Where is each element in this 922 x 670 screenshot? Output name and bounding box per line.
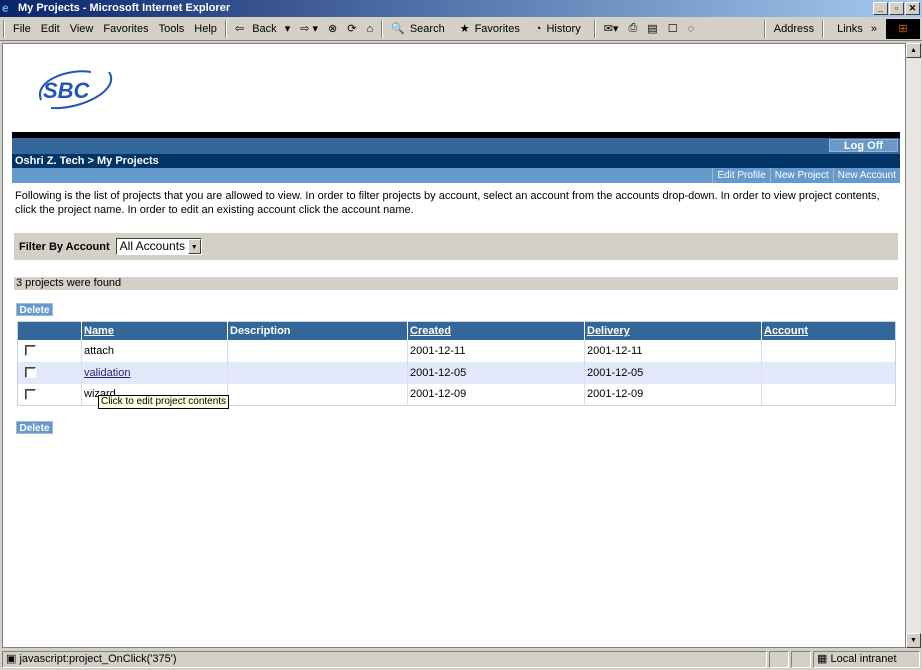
project-delivery: 2001-12-05 xyxy=(584,361,762,384)
row-checkbox[interactable] xyxy=(25,388,36,400)
messenger-icon[interactable]: ◌ xyxy=(683,23,700,35)
minimize-button[interactable]: _ xyxy=(873,2,888,15)
status-text-pane: ▣ javascript:project_OnClick('375') xyxy=(2,650,767,668)
favorites-label: Favorites xyxy=(474,23,520,35)
col-name[interactable]: Name xyxy=(81,321,228,340)
menu-file[interactable]: File xyxy=(8,23,36,35)
log-off-button[interactable]: Log Off xyxy=(829,139,898,152)
back-button[interactable]: ⇦ Back ▾ xyxy=(230,22,295,35)
project-account[interactable] xyxy=(761,361,896,384)
intranet-icon: ▦ xyxy=(817,652,831,665)
tooltip: Click to edit project contents xyxy=(98,395,230,409)
delete-button-top[interactable]: Delete xyxy=(16,303,53,316)
table-row: validation 2001-12-05 2001-12-05 xyxy=(17,361,896,384)
project-name[interactable]: validation xyxy=(84,367,130,379)
menu-edit[interactable]: Edit xyxy=(36,23,65,35)
window-title: My Projects - Microsoft Internet Explore… xyxy=(18,2,231,14)
close-button[interactable]: ✕ xyxy=(905,2,920,15)
mail-icon[interactable]: ✉▾ xyxy=(599,22,624,35)
col-delivery[interactable]: Delivery xyxy=(584,321,762,340)
title-bar: e My Projects - Microsoft Internet Explor… xyxy=(0,0,922,17)
address-label[interactable]: Address xyxy=(769,23,819,35)
header-links: Edit Profile New Project New Account xyxy=(12,168,900,183)
search-label: Search xyxy=(409,23,445,35)
project-created: 2001-12-11 xyxy=(407,339,585,362)
breadcrumb: Oshri Z. Tech > My Projects xyxy=(12,154,900,168)
edit-profile-link[interactable]: Edit Profile xyxy=(712,168,769,183)
discuss-icon[interactable]: ☐ xyxy=(663,22,683,35)
row-checkbox[interactable] xyxy=(25,367,36,378)
page-content: SBC Log Off Oshri Z. Tech > My Projects … xyxy=(2,43,906,648)
project-description xyxy=(227,383,408,406)
menu-favorites[interactable]: Favorites xyxy=(98,23,153,35)
project-account[interactable] xyxy=(761,339,896,362)
maximize-button[interactable]: ▫ xyxy=(889,2,904,15)
ie-icon: e xyxy=(2,1,9,15)
project-description xyxy=(227,361,408,384)
project-delivery: 2001-12-09 xyxy=(584,383,762,406)
links-text: Links xyxy=(837,22,863,35)
menu-tools[interactable]: Tools xyxy=(154,23,190,35)
search-button[interactable]: 🔍 Search xyxy=(386,22,455,35)
toolbar: File Edit View Favorites Tools Help ⇦ Ba… xyxy=(0,17,922,41)
chevron-down-icon[interactable]: ▼ xyxy=(187,239,201,254)
account-filter-select[interactable]: All Accounts ▼ xyxy=(115,238,202,255)
forward-button[interactable]: ⇨ ▾ xyxy=(295,22,323,35)
stop-icon[interactable]: ⊗ xyxy=(323,22,342,35)
new-account-link[interactable]: New Account xyxy=(832,168,900,183)
status-bar: ▣ javascript:project_OnClick('375') ▦ Lo… xyxy=(0,648,922,670)
col-description: Description xyxy=(227,321,408,340)
scroll-up-icon[interactable]: ▲ xyxy=(906,43,921,58)
sbc-logo: SBC xyxy=(38,70,113,110)
refresh-icon[interactable]: ⟳ xyxy=(342,22,361,35)
project-created: 2001-12-09 xyxy=(407,383,585,406)
scroll-down-icon[interactable]: ▼ xyxy=(906,633,921,648)
project-account[interactable] xyxy=(761,383,896,406)
home-icon[interactable]: ⌂ xyxy=(361,23,378,35)
print-icon[interactable]: ⎙ xyxy=(623,22,642,35)
zone-pane: ▦ Local intranet xyxy=(813,650,920,668)
menu-view[interactable]: View xyxy=(65,23,99,35)
project-description xyxy=(227,339,408,362)
vertical-scrollbar[interactable]: ▲ ▼ xyxy=(906,43,921,648)
filter-bar: Filter By Account All Accounts ▼ xyxy=(14,233,898,260)
project-created: 2001-12-05 xyxy=(407,361,585,384)
header-bar: Log Off xyxy=(12,138,900,154)
edit-icon[interactable]: ▤ xyxy=(642,22,662,35)
table-row: attach 2001-12-11 2001-12-11 xyxy=(18,339,896,362)
status-text: javascript:project_OnClick('375') xyxy=(19,652,177,665)
svg-text:SBC: SBC xyxy=(43,78,91,103)
zone-text: Local intranet xyxy=(830,652,897,665)
history-button[interactable]: ◔ History xyxy=(530,23,591,35)
history-label: History xyxy=(546,22,581,35)
col-created[interactable]: Created xyxy=(407,321,585,340)
new-project-link[interactable]: New Project xyxy=(769,168,833,183)
links-label[interactable]: Links » xyxy=(827,23,882,35)
windows-logo-icon: ⊞ xyxy=(886,19,920,39)
filter-label: Filter By Account xyxy=(19,240,110,253)
col-account[interactable]: Account xyxy=(761,321,896,340)
project-name[interactable]: attach xyxy=(81,339,228,362)
project-delivery: 2001-12-11 xyxy=(584,339,762,362)
page-icon: ▣ xyxy=(6,652,20,665)
row-checkbox[interactable] xyxy=(25,345,36,356)
favorites-button[interactable]: ★ Favorites xyxy=(455,22,530,35)
results-count: 3 projects were found xyxy=(14,277,898,290)
delete-button-bottom[interactable]: Delete xyxy=(16,421,53,434)
projects-table: Name Description Created Delivery Accoun… xyxy=(17,321,896,406)
account-filter-value: All Accounts xyxy=(119,239,186,253)
menu-help[interactable]: Help xyxy=(189,23,222,35)
page-description: Following is the list of projects that y… xyxy=(15,190,880,216)
back-label: Back xyxy=(252,23,277,35)
